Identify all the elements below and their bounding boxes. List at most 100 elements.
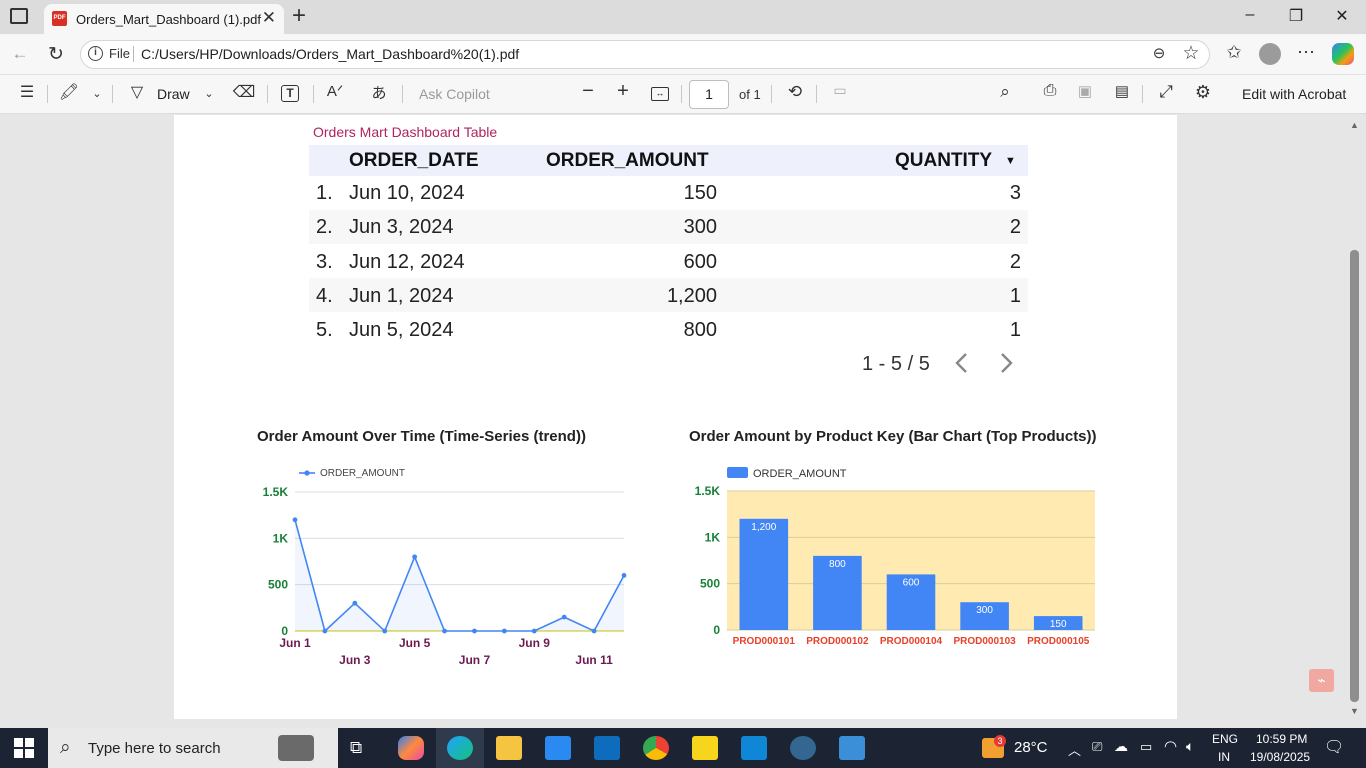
scroll-down-icon[interactable]: ▼ (1350, 706, 1359, 716)
separator (681, 85, 682, 103)
cell-order-amount: 1,200 (666, 285, 717, 307)
notifications-icon[interactable]: 🗨︎ (1324, 737, 1344, 757)
scrollbar-thumb[interactable] (1350, 250, 1359, 702)
more-menu-icon[interactable]: ⋯ (1294, 42, 1318, 63)
vscode-icon[interactable] (741, 736, 767, 760)
y-tick-label: 0 (713, 623, 720, 637)
clock-date[interactable]: 19/08/2025 (1250, 750, 1310, 764)
network-status-icon[interactable]: ☁ (1114, 738, 1128, 755)
eraser-icon[interactable]: ⌫ (231, 82, 257, 102)
rotate-icon[interactable]: ⟲ (782, 82, 808, 102)
scroll-up-icon[interactable]: ▲ (1350, 120, 1359, 130)
contents-icon[interactable]: ☰ (14, 82, 40, 102)
sort-desc-icon[interactable]: ▼ (1005, 155, 1016, 167)
address-divider (133, 46, 134, 62)
tab-close-icon[interactable]: ✕ (262, 8, 276, 28)
print-icon[interactable]: ⎙ (1037, 82, 1063, 100)
data-point (442, 628, 447, 634)
clock-time[interactable]: 10:59 PM (1256, 732, 1307, 746)
store-icon[interactable] (545, 736, 571, 760)
zoom-icon[interactable]: ⊖ (1148, 44, 1170, 62)
url-text[interactable]: C:/Users/HP/Downloads/Orders_Mart_Dashbo… (141, 46, 519, 62)
wifi-icon[interactable]: ◠ (1164, 737, 1177, 755)
x-tick-label: Jun 3 (339, 653, 371, 667)
chevron-down-icon[interactable]: ⌄ (84, 87, 110, 100)
x-tick-label: Jun 9 (519, 636, 551, 650)
zoom-out-icon[interactable]: − (575, 80, 601, 103)
windows-start-icon[interactable] (14, 738, 34, 758)
zoom-in-icon[interactable]: + (610, 80, 636, 103)
postgres-icon[interactable] (790, 736, 816, 760)
new-tab-button[interactable]: + (292, 2, 306, 30)
translate-icon[interactable]: あ (366, 82, 392, 103)
tab-actions-icon[interactable] (10, 8, 28, 24)
edit-with-acrobat-button[interactable]: Edit with Acrobat (1242, 86, 1346, 102)
next-page-icon[interactable] (1000, 352, 1014, 374)
language-eng[interactable]: ENG (1212, 732, 1238, 746)
fullscreen-icon[interactable]: ⤢ (1153, 82, 1179, 102)
minimize-icon[interactable]: – (1238, 6, 1262, 24)
separator (402, 85, 403, 103)
column-header-order-amount[interactable]: ORDER_AMOUNT (546, 150, 709, 172)
fit-width-icon[interactable]: ↔ (651, 87, 669, 101)
separator (112, 85, 113, 103)
y-tick-label: 500 (700, 577, 720, 591)
taskbar-search-input[interactable]: Type here to search (88, 740, 221, 757)
text-box-icon[interactable]: T (281, 85, 299, 102)
restore-icon[interactable]: ❐ (1284, 6, 1308, 26)
ask-copilot-input[interactable]: Ask Copilot (419, 86, 490, 102)
page-total: of 1 (739, 87, 761, 102)
row-number: 4. (316, 285, 333, 307)
copilot-icon[interactable] (1332, 43, 1354, 65)
column-header-order-date[interactable]: ORDER_DATE (349, 150, 479, 172)
separator (816, 85, 817, 103)
acrobat-logo-icon[interactable]: ⌁ (1309, 669, 1334, 692)
highlight-icon[interactable]: 🖍 (56, 82, 82, 102)
file-explorer-icon[interactable] (496, 736, 522, 760)
x-tick-label: PROD000104 (880, 636, 943, 647)
line-chart-title: Order Amount Over Time (Time-Series (tre… (257, 428, 586, 445)
weather-badge: 3 (994, 735, 1006, 747)
separator (1142, 85, 1143, 103)
row-number: 1. (316, 182, 333, 204)
browser-tab[interactable]: PDF Orders_Mart_Dashboard (1).pdf ✕ (44, 4, 284, 34)
chrome-icon[interactable] (643, 736, 669, 760)
close-window-icon[interactable]: ✕ (1330, 6, 1354, 26)
draw-button[interactable]: Draw (157, 86, 190, 102)
favorites-icon[interactable]: ✩ (1222, 42, 1246, 63)
separator (267, 85, 268, 103)
chevron-down-icon[interactable]: ⌄ (196, 87, 222, 100)
column-header-quantity[interactable]: QUANTITY (895, 150, 992, 172)
save-as-icon[interactable]: ▤ (1109, 82, 1135, 100)
language-in[interactable]: IN (1218, 750, 1230, 764)
line-chart: 05001K1.5KJun 1Jun 3Jun 5Jun 7Jun 9Jun 1… (263, 468, 627, 667)
photos-icon[interactable] (839, 736, 865, 760)
sticky-notes-icon[interactable] (692, 736, 718, 760)
settings-gear-icon[interactable]: ⚙ (1190, 82, 1216, 103)
back-icon[interactable]: ← (8, 44, 32, 64)
refresh-icon[interactable]: ↻ (44, 43, 68, 66)
y-tick-label: 1.5K (263, 485, 289, 499)
meet-now-icon[interactable]: ⎚ (1092, 739, 1102, 755)
read-aloud-icon[interactable]: Aᐟ (322, 82, 348, 100)
weather-temperature[interactable]: 28°C (1014, 739, 1048, 756)
outlook-icon[interactable] (594, 736, 620, 760)
show-hidden-icons-icon[interactable]: ︿ (1068, 740, 1081, 759)
data-point (531, 628, 537, 634)
info-icon[interactable]: i (88, 46, 103, 61)
battery-icon[interactable]: ▭ (1140, 739, 1152, 755)
row-number: 2. (316, 216, 333, 238)
page-number-input[interactable]: 1 (689, 80, 729, 109)
draw-icon[interactable]: ▽ (124, 82, 150, 102)
previous-page-icon[interactable] (954, 352, 968, 374)
search-icon[interactable]: ⌕ (992, 82, 1018, 102)
favorite-star-icon[interactable]: ☆ (1180, 42, 1202, 65)
task-view-icon[interactable]: ⧉ (350, 738, 362, 758)
cell-order-date: Jun 1, 2024 (349, 285, 454, 307)
copilot-app-icon[interactable] (398, 736, 424, 760)
edge-icon[interactable] (447, 736, 473, 760)
volume-icon[interactable]: 🔈︎ (1186, 738, 1194, 755)
x-tick-label: Jun 11 (575, 653, 613, 667)
data-point (322, 628, 328, 634)
profile-avatar[interactable] (1259, 43, 1281, 65)
